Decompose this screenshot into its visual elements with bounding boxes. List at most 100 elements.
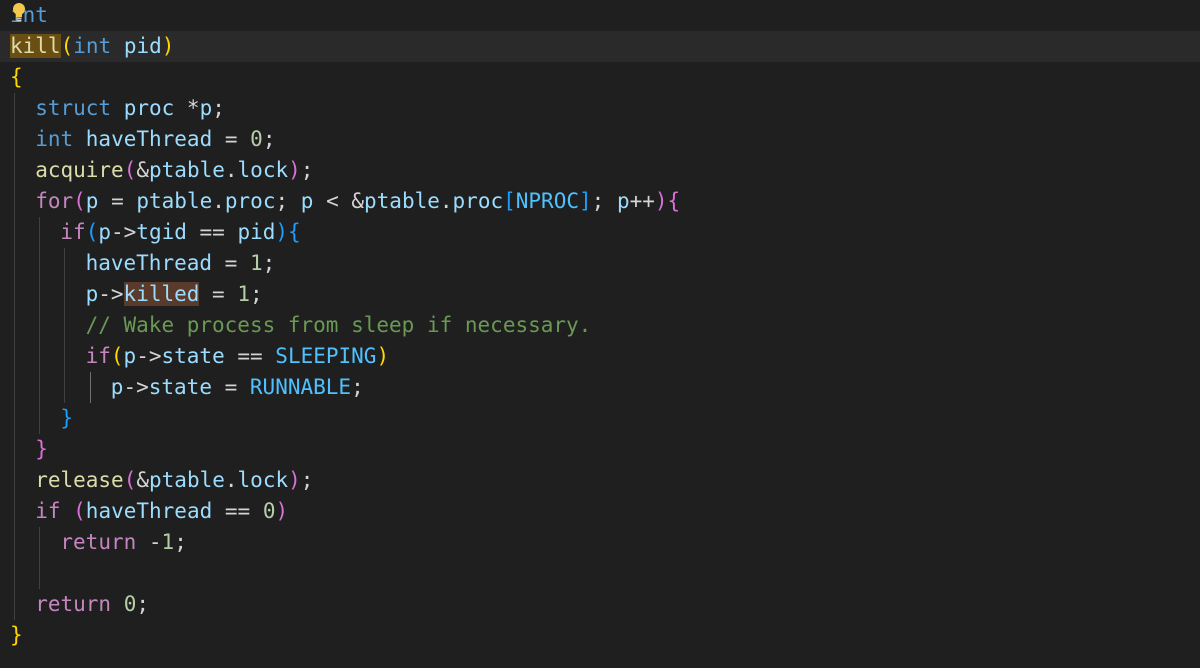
code-token: } (10, 623, 23, 647)
code-token: } (35, 437, 48, 461)
lightbulb-icon[interactable] (11, 2, 27, 24)
code-line[interactable]: { (0, 62, 1200, 93)
indent-guide (39, 527, 41, 589)
code-line[interactable]: if(p->state == SLEEPING) (0, 341, 1200, 372)
code-line[interactable]: release(&ptable.lock); (0, 465, 1200, 496)
code-line[interactable]: haveThread = 1; (0, 248, 1200, 279)
code-line[interactable]: } (0, 620, 1200, 651)
code-token: -> (111, 220, 137, 244)
code-token: [ (503, 189, 516, 213)
code-token: = (212, 127, 251, 151)
code-token: & (351, 189, 365, 213)
code-line-text: if(p->state == SLEEPING) (86, 341, 390, 372)
code-token: p (300, 189, 314, 213)
code-line[interactable]: // Wake process from sleep if necessary. (0, 310, 1200, 341)
code-token: state (161, 344, 225, 368)
code-token: p (85, 282, 99, 306)
code-line-text: { (10, 62, 23, 93)
code-token: return (60, 530, 137, 554)
code-token: int (35, 127, 74, 151)
code-token: pid (123, 34, 162, 58)
code-line-text: return -1; (60, 527, 186, 558)
code-line-text: if(p->tgid == pid){ (60, 217, 300, 248)
code-token: = (199, 282, 238, 306)
code-token: ( (73, 189, 86, 213)
code-line[interactable]: p->state = RUNNABLE; (0, 372, 1200, 403)
code-token: ; (212, 96, 225, 120)
code-token: ) (288, 158, 301, 182)
code-line-text: p->killed = 1; (86, 279, 263, 310)
code-token: ; (300, 158, 314, 182)
code-token: 1 (249, 251, 263, 275)
code-token: ( (60, 34, 74, 58)
code-token: ptable (364, 189, 440, 213)
code-token: ; (174, 530, 187, 554)
code-line[interactable]: int (0, 0, 1200, 31)
code-token: lock (237, 158, 289, 182)
code-token: tgid (136, 220, 187, 244)
code-token: if (35, 499, 61, 523)
code-line[interactable]: if (haveThread == 0) (0, 496, 1200, 527)
code-token: { (667, 189, 681, 213)
code-token: p (85, 189, 99, 213)
code-line[interactable] (0, 558, 1200, 589)
code-line[interactable]: } (0, 403, 1200, 434)
code-line[interactable]: return 0; (0, 589, 1200, 620)
code-token: RUNNABLE (249, 375, 352, 399)
code-token: ptable (149, 158, 225, 182)
code-token: for (35, 189, 74, 213)
code-token: ( (123, 468, 137, 492)
code-line-text: return 0; (35, 589, 149, 620)
code-token: ; (262, 127, 276, 151)
code-line[interactable]: if(p->tgid == pid){ (0, 217, 1200, 248)
code-line[interactable]: struct proc *p; (0, 93, 1200, 124)
code-line-text: haveThread = 1; (86, 248, 276, 279)
code-token: } (60, 406, 74, 430)
code-token: haveThread (85, 499, 213, 523)
indent-guide (39, 217, 41, 434)
code-line[interactable]: return -1; (0, 527, 1200, 558)
code-line-text: } (35, 434, 48, 465)
code-token: killed (123, 282, 200, 306)
code-token: = (212, 251, 250, 275)
code-token: ; (275, 189, 301, 213)
code-token: -> (98, 282, 124, 306)
code-token: proc (123, 96, 175, 120)
code-line[interactable]: int haveThread = 0; (0, 124, 1200, 155)
code-line-text: for(p = ptable.proc; p < &ptable.proc[NP… (35, 186, 680, 217)
code-line[interactable]: p->killed = 1; (0, 279, 1200, 310)
code-token: struct (35, 96, 112, 120)
code-token: . (212, 189, 225, 213)
code-token: - (136, 530, 162, 554)
code-token: NPROC (515, 189, 579, 213)
code-token: 0 (123, 592, 137, 616)
code-token: haveThread (85, 127, 213, 151)
code-line-text: if (haveThread == 0) (35, 496, 288, 527)
code-line[interactable]: } (0, 434, 1200, 465)
code-token: return (35, 592, 112, 616)
code-token: 0 (262, 499, 276, 523)
code-token: { (10, 65, 23, 89)
code-editor[interactable]: int kill(int pid){struct proc *p; int have… (0, 0, 1200, 668)
code-token: p (123, 344, 137, 368)
code-token: < (313, 189, 352, 213)
code-line-text: p->state = RUNNABLE; (111, 372, 364, 403)
code-token: if (60, 220, 86, 244)
code-token: haveThread (85, 251, 213, 275)
code-token: proc (452, 189, 504, 213)
code-token: int (73, 34, 112, 58)
code-line[interactable]: for(p = ptable.proc; p < &ptable.proc[NP… (0, 186, 1200, 217)
code-line[interactable]: kill(int pid) (0, 31, 1200, 62)
code-token: ; (591, 189, 617, 213)
code-token: acquire (35, 158, 124, 182)
code-token: ; (300, 468, 314, 492)
code-line-text: } (60, 403, 73, 434)
code-token: ( (110, 344, 124, 368)
code-token: lock (237, 468, 289, 492)
code-token: p (98, 220, 111, 244)
code-token: & (136, 468, 150, 492)
code-line[interactable]: acquire(&ptable.lock); (0, 155, 1200, 186)
code-token: -> (123, 375, 149, 399)
code-token: pid (237, 220, 276, 244)
